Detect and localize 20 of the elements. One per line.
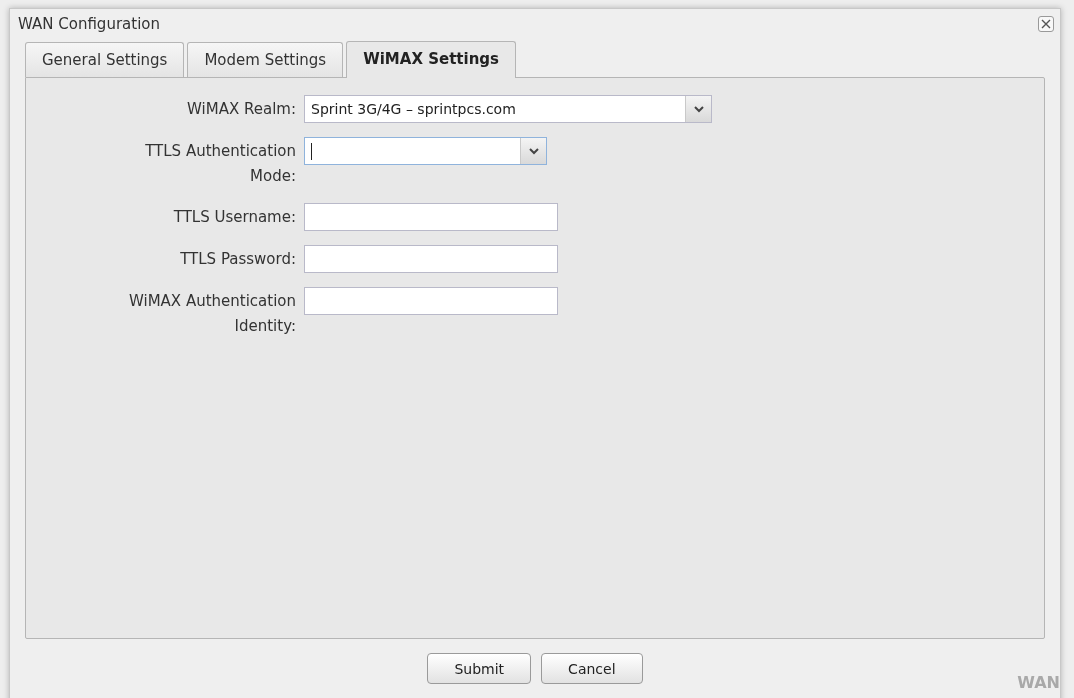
text-input-field[interactable] — [304, 245, 558, 273]
tab[interactable]: WiMAX Settings — [346, 41, 516, 78]
text-input-field[interactable] — [304, 203, 558, 231]
chevron-down-icon — [693, 105, 704, 113]
tab[interactable]: General Settings — [25, 42, 185, 77]
background-page-text: WAN — [1017, 673, 1060, 692]
field-label: TTLS Username: — [172, 207, 296, 228]
chevron-down-icon — [528, 147, 539, 155]
dialog-title: WAN Configuration — [18, 15, 160, 33]
submit-button[interactable]: Submit — [427, 653, 532, 684]
field-label: TTLS Authentication Mode: — [144, 141, 296, 187]
dropdown-field[interactable] — [304, 137, 547, 165]
field-label: TTLS Password: — [179, 249, 296, 270]
dropdown-field[interactable]: Sprint 3G/4G – sprintpcs.com — [304, 95, 712, 123]
close-icon[interactable] — [1038, 16, 1054, 32]
tab[interactable]: Modem Settings — [187, 42, 344, 77]
cancel-button[interactable]: Cancel — [541, 653, 643, 684]
field-label: WiMAX Authentication Identity: — [127, 291, 296, 337]
field-label: WiMAX Realm: — [186, 99, 296, 120]
text-input-field[interactable] — [304, 287, 558, 315]
